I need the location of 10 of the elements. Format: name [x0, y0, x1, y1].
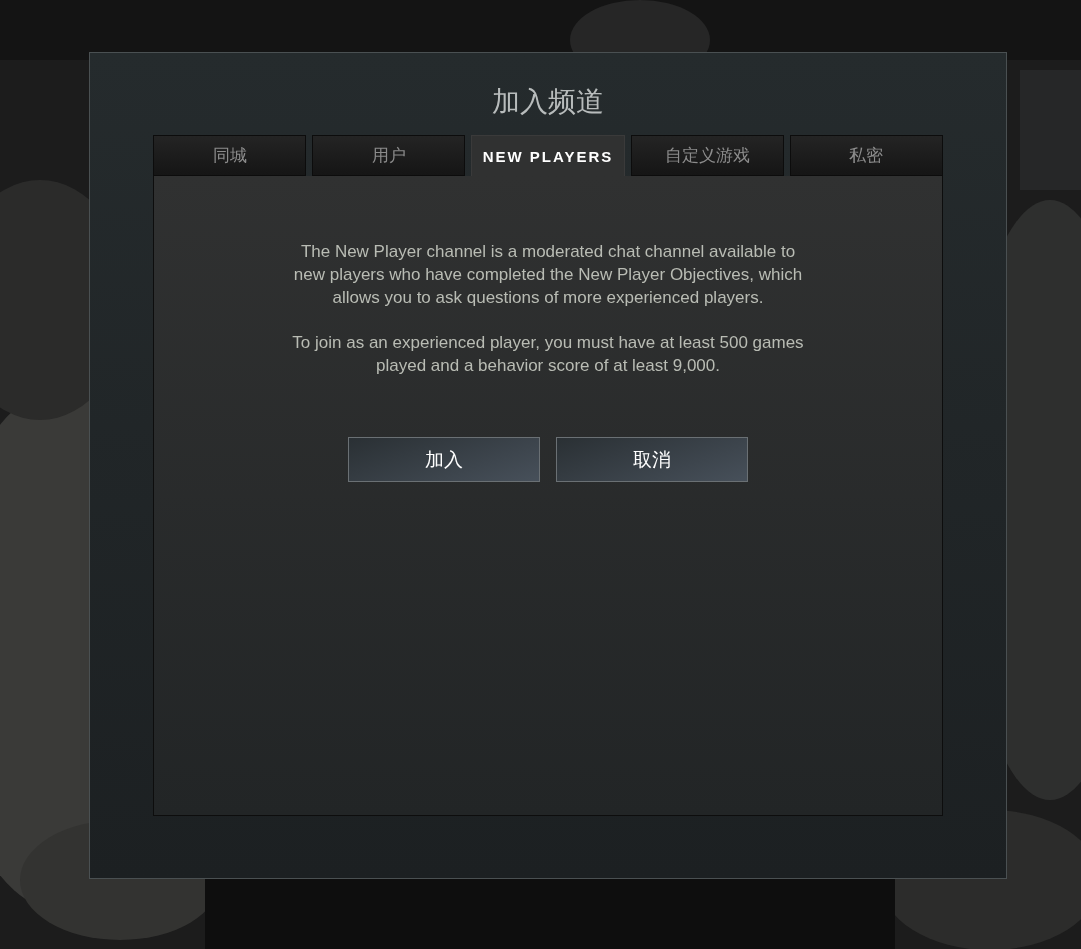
- description-text: To join as an experienced player, you must have at least 500 games played and a behavior score of at least 9,000.: [291, 332, 805, 377]
- tab[interactable]: 用户: [312, 135, 466, 176]
- tab[interactable]: NEW PLAYERS: [471, 135, 625, 176]
- tab[interactable]: 同城: [153, 135, 307, 176]
- dialog-title: 加入频道: [492, 85, 604, 119]
- join-button[interactable]: 加入: [348, 437, 540, 482]
- tab[interactable]: 自定义游戏: [630, 135, 784, 176]
- description-text: The New Player channel is a moderated chat channel available to new players who have completed the New Player Objectives, which allows you to ask questions of more experienced players.: [292, 241, 804, 309]
- tab[interactable]: 私密: [789, 135, 943, 176]
- cancel-button[interactable]: 取消: [556, 437, 748, 482]
